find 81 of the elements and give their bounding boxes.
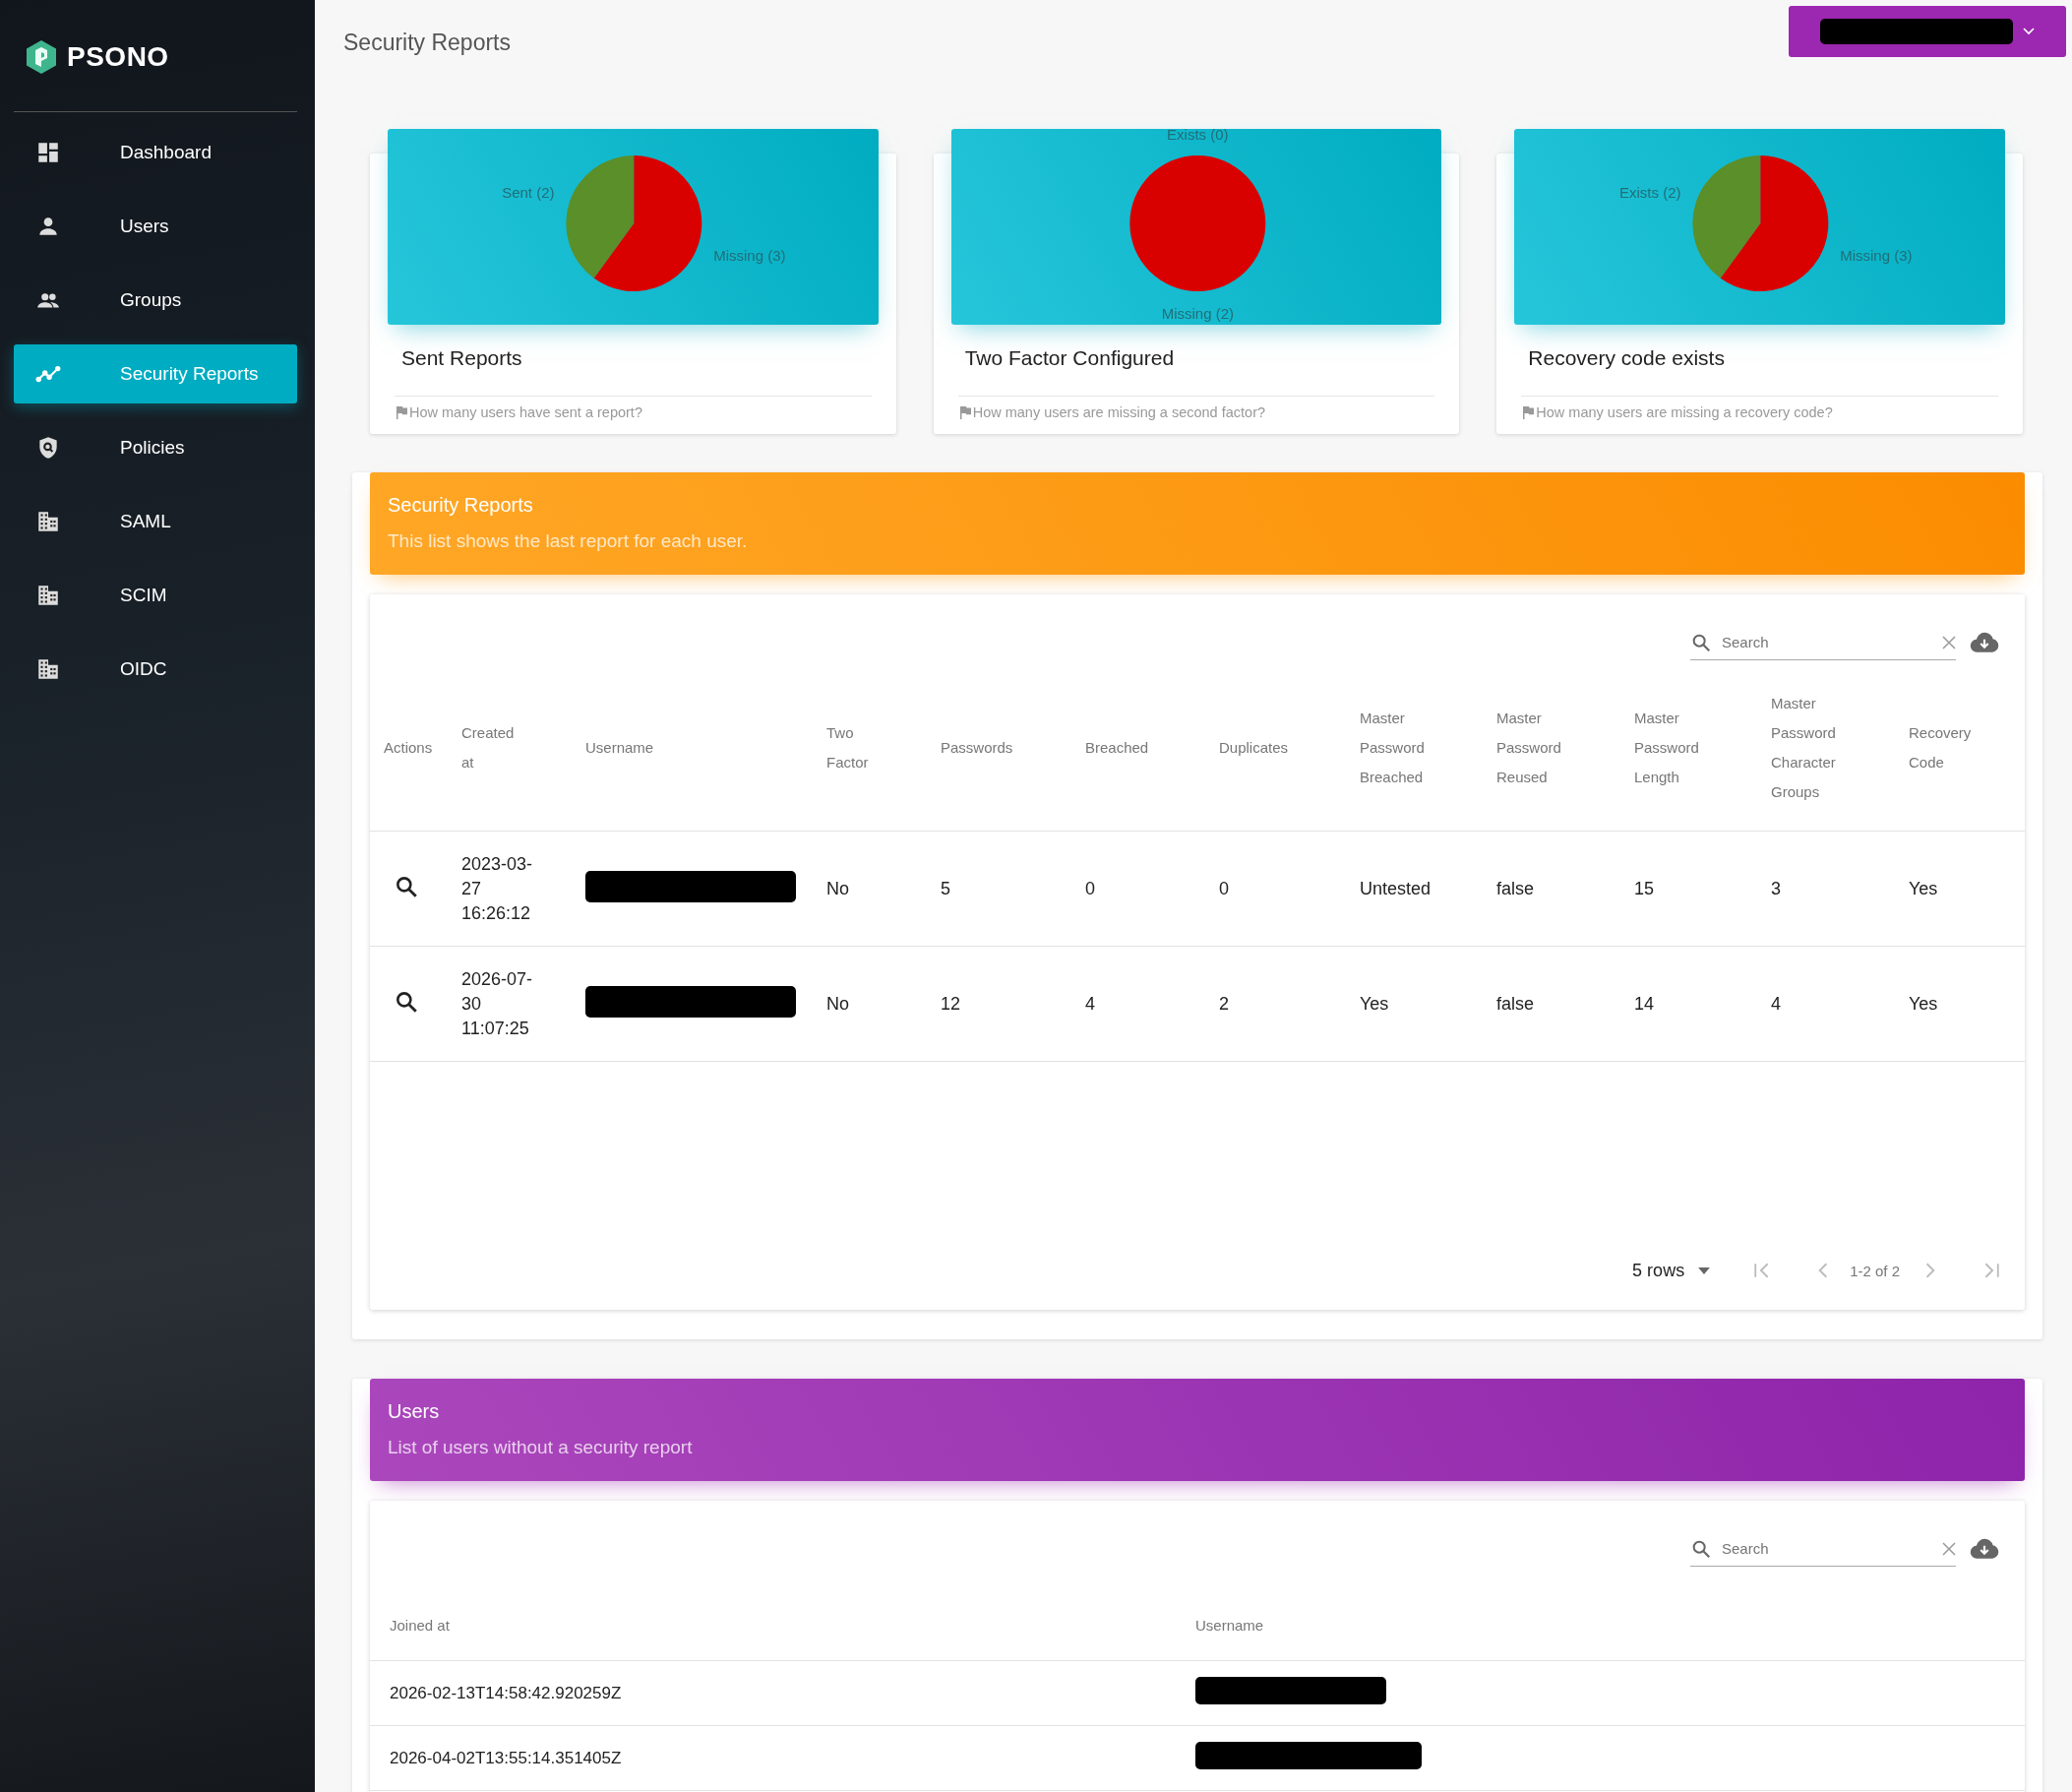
table-cell: 14 bbox=[1634, 993, 1655, 1014]
table-cell: Yes bbox=[1909, 878, 1938, 898]
sidebar-item[interactable]: Groups bbox=[14, 271, 297, 330]
column-header: Master Password Reused bbox=[1496, 709, 1561, 787]
banner-subtitle: List of users without a security report bbox=[388, 1437, 694, 1458]
brand-name: PSONO bbox=[67, 41, 169, 73]
sidebar-item[interactable]: OIDC bbox=[14, 640, 297, 699]
slice-label: Exists (0) bbox=[1166, 129, 1229, 143]
sidebar-item[interactable]: Users bbox=[14, 197, 297, 256]
column-header: Passwords bbox=[941, 738, 1013, 758]
card-title: Sent Reports bbox=[395, 325, 872, 397]
column-header: Master Password Breached bbox=[1360, 709, 1425, 787]
building-icon bbox=[35, 509, 61, 534]
table-cell: false bbox=[1496, 993, 1535, 1014]
column-header: Joined at bbox=[390, 1616, 450, 1634]
card-title: Two Factor Configured bbox=[957, 325, 1435, 397]
close-icon[interactable] bbox=[1942, 1541, 1956, 1556]
cloud-download-icon[interactable] bbox=[1970, 1538, 1999, 1560]
flag-icon bbox=[957, 405, 972, 419]
card-note: How many users are missing a second factor? bbox=[972, 404, 1266, 420]
column-header: Created at bbox=[461, 723, 515, 772]
sidebar-item[interactable]: SCIM bbox=[14, 566, 297, 625]
table-cell: 2026-02-13T14:58:42.920259Z bbox=[390, 1683, 622, 1702]
building-icon bbox=[35, 656, 61, 682]
page-range: 1-2 of 2 bbox=[1850, 1262, 1900, 1279]
building-icon bbox=[35, 583, 61, 608]
rows-per-page-select[interactable]: 5 rows bbox=[1632, 1260, 1685, 1281]
column-header: Duplicates bbox=[1219, 738, 1289, 758]
dashboard-icon bbox=[35, 140, 61, 165]
slice-label: Sent (2) bbox=[502, 183, 555, 201]
column-header: Username bbox=[1195, 1616, 1264, 1634]
column-header: Username bbox=[585, 738, 654, 758]
cloud-download-icon[interactable] bbox=[1970, 632, 1999, 653]
search-field[interactable]: Search bbox=[1720, 1539, 1934, 1558]
close-icon[interactable] bbox=[1942, 635, 1956, 649]
table-cell: 5 bbox=[941, 878, 950, 898]
account-menu-button[interactable] bbox=[1789, 6, 2066, 57]
chevron-down-icon bbox=[2023, 28, 2035, 35]
slice-label: Missing (3) bbox=[713, 247, 786, 265]
page-title: Security Reports bbox=[343, 30, 511, 56]
banner-title: Security Reports bbox=[388, 494, 534, 517]
table-cell: 4 bbox=[1771, 993, 1781, 1014]
table-cell-text: 2023-03-27 16:26:12 bbox=[461, 852, 534, 925]
slice-label: Exists (2) bbox=[1619, 183, 1681, 201]
flag-icon bbox=[1521, 405, 1536, 419]
table-cell: No bbox=[826, 878, 849, 898]
sidebar-item[interactable]: SAML bbox=[14, 492, 297, 551]
hexagon-logo-icon bbox=[26, 39, 57, 75]
column-header: Master Password Length bbox=[1634, 709, 1699, 787]
table-cell: Yes bbox=[1909, 993, 1938, 1014]
card-note: How many users are missing a recovery code? bbox=[1536, 404, 1833, 420]
column-header: Breached bbox=[1085, 738, 1149, 758]
card-title: Recovery code exists bbox=[1521, 325, 1998, 397]
table-cell-text: 2026-07-30 11:07:25 bbox=[461, 967, 534, 1040]
table-cell: Untested bbox=[1360, 878, 1432, 898]
table-cell: 2 bbox=[1219, 993, 1229, 1014]
slice-label: Missing (2) bbox=[1161, 305, 1234, 322]
search-field[interactable]: Search bbox=[1720, 633, 1934, 651]
table-cell: 4 bbox=[1085, 993, 1095, 1014]
table-cell: false bbox=[1496, 878, 1535, 898]
table-cell: 15 bbox=[1634, 878, 1655, 898]
caret-icon[interactable] bbox=[1698, 1267, 1711, 1274]
table-cell: No bbox=[826, 993, 849, 1014]
column-header: Recovery Code bbox=[1909, 723, 1972, 772]
sidebar-item[interactable]: Dashboard bbox=[14, 123, 297, 182]
table-cell: 2026-04-02T13:55:14.351405Z bbox=[390, 1748, 622, 1767]
sidebar-item[interactable]: Policies bbox=[14, 418, 297, 477]
table-cell: 3 bbox=[1771, 878, 1781, 898]
column-header: Two Factor bbox=[826, 723, 869, 772]
column-header: Actions bbox=[384, 738, 433, 758]
table-cell: Yes bbox=[1360, 993, 1389, 1014]
banner-title: Users bbox=[388, 1400, 441, 1423]
flag-icon bbox=[395, 405, 408, 419]
banner-subtitle: This list shows the last report for each user. bbox=[388, 530, 749, 552]
table-cell: 0 bbox=[1085, 878, 1095, 898]
last-page-icon[interactable] bbox=[1982, 1262, 2000, 1279]
slice-label: Missing (3) bbox=[1840, 247, 1913, 265]
column-header: Master Password Character Groups bbox=[1771, 694, 1836, 802]
table-cell: 0 bbox=[1219, 878, 1229, 898]
table-cell: 12 bbox=[941, 993, 961, 1014]
card-note: How many users have sent a report? bbox=[409, 404, 642, 420]
